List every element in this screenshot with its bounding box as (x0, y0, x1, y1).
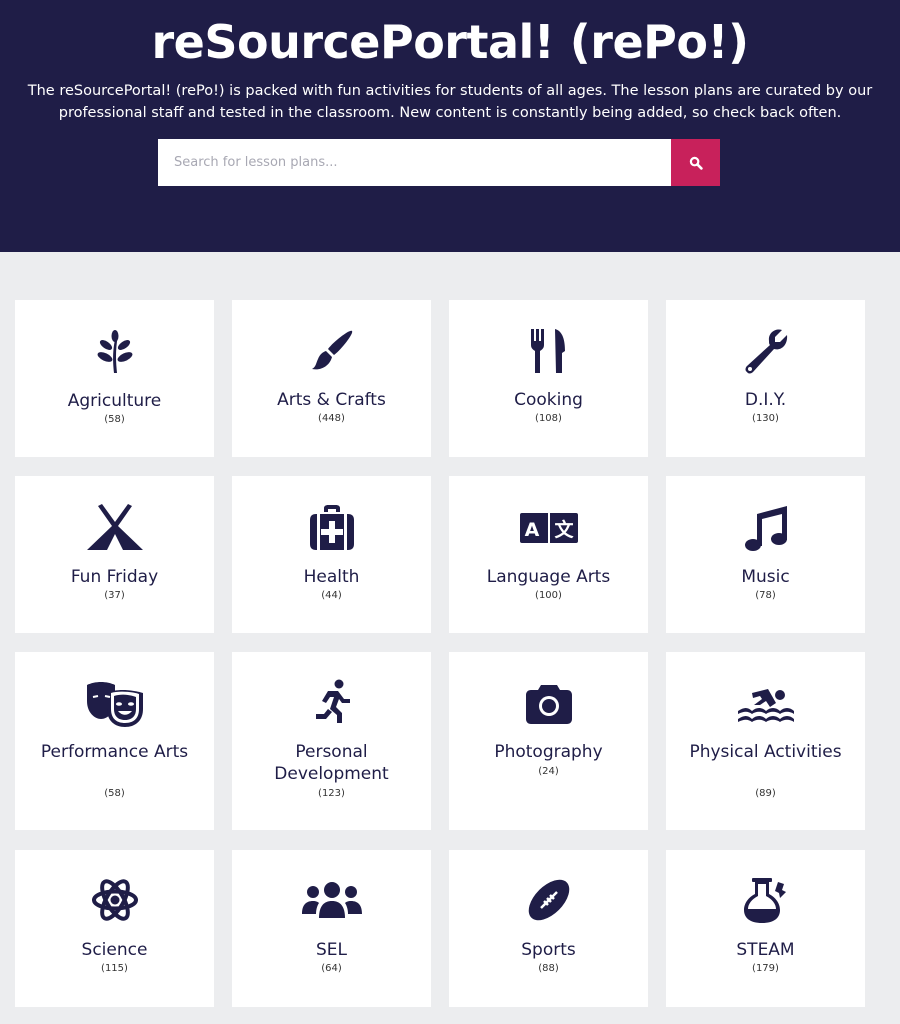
category-title: Sports (521, 940, 576, 960)
category-title: Fun Friday (70, 567, 159, 587)
category-count: (64) (321, 963, 342, 974)
running-icon (315, 679, 350, 723)
medkit-icon (309, 505, 354, 550)
search-icon (689, 156, 703, 170)
category-count: (123) (318, 788, 345, 799)
search-input[interactable] (158, 139, 671, 186)
category-title: Health (303, 567, 360, 587)
category-card-photography[interactable]: Photography (24) (449, 652, 648, 830)
category-card-fun-friday[interactable]: Fun Friday (37) (15, 476, 214, 633)
category-card-health[interactable]: Health (44) (232, 476, 431, 633)
category-card-sports[interactable]: Sports (88) (449, 850, 648, 1007)
wrench-icon (745, 329, 787, 374)
music-icon (744, 506, 787, 551)
category-card-arts-crafts[interactable]: Arts & Crafts (448) (232, 300, 431, 457)
category-card-physical-activities[interactable]: Physical Activities (89) (666, 652, 865, 830)
category-count: (130) (752, 413, 779, 424)
camera-icon (525, 685, 572, 724)
svg-text:文: 文 (554, 518, 574, 541)
hero-banner: reSourcePortal! (rePo!) The reSourcePort… (0, 0, 900, 252)
football-icon (528, 879, 569, 921)
category-card-personal-development[interactable]: Personal Development (123) (232, 652, 431, 830)
category-count: (24) (538, 766, 559, 777)
category-count: (448) (318, 413, 345, 424)
category-title: Language Arts (486, 567, 611, 587)
category-title: Agriculture (67, 391, 162, 411)
category-count: (58) (104, 788, 125, 799)
category-title: Cooking (514, 390, 583, 410)
category-count: (179) (752, 963, 779, 974)
search-bar (158, 139, 720, 186)
category-count: (100) (535, 590, 562, 601)
utensils-icon (530, 329, 565, 373)
category-count: (44) (321, 590, 342, 601)
category-count: (58) (104, 414, 125, 425)
category-title: Music (741, 567, 790, 587)
category-card-science[interactable]: Science (115) (15, 850, 214, 1007)
category-count: (108) (535, 413, 562, 424)
flask-icon (743, 878, 786, 923)
category-card-music[interactable]: Music (78) (666, 476, 865, 633)
atom-icon (91, 879, 138, 921)
category-title: Performance Arts (40, 742, 189, 762)
category-card-agriculture[interactable]: Agriculture (58) (15, 300, 214, 457)
category-card-steam[interactable]: STEAM (179) (666, 850, 865, 1007)
users-icon (301, 882, 362, 918)
category-card-language-arts[interactable]: A 文 Language Arts (100) (449, 476, 648, 633)
category-title: D.I.Y. (744, 390, 787, 410)
category-title: Physical Activities (689, 742, 842, 762)
category-card-diy[interactable]: D.I.Y. (130) (666, 300, 865, 457)
category-title: SEL (315, 940, 347, 960)
seedling-icon (97, 330, 132, 373)
category-title: STEAM (736, 940, 795, 960)
category-title: Science (81, 940, 148, 960)
category-card-sel[interactable]: SEL (64) (232, 850, 431, 1007)
category-title: Personal Development (274, 742, 389, 784)
category-count: (115) (101, 963, 128, 974)
page-description: The reSourcePortal! (rePo!) is packed wi… (27, 83, 873, 121)
category-card-performance-arts[interactable]: Performance Arts (58) (15, 652, 214, 830)
swimmer-icon (737, 689, 794, 722)
page-title: reSourcePortal! (rePo!) (151, 15, 749, 69)
tent-icon (86, 504, 143, 550)
language-icon: A 文 (519, 513, 578, 543)
paintbrush-icon (311, 330, 352, 370)
category-count: (37) (104, 590, 125, 601)
category-count: (88) (538, 963, 559, 974)
svg-text:A: A (524, 519, 539, 541)
category-card-cooking[interactable]: Cooking (108) (449, 300, 648, 457)
category-count: (78) (755, 590, 776, 601)
search-button[interactable] (671, 139, 720, 186)
category-title: Photography (494, 742, 603, 762)
theater-masks-icon (86, 682, 143, 727)
category-count: (89) (755, 788, 776, 799)
category-title: Arts & Crafts (277, 390, 386, 410)
